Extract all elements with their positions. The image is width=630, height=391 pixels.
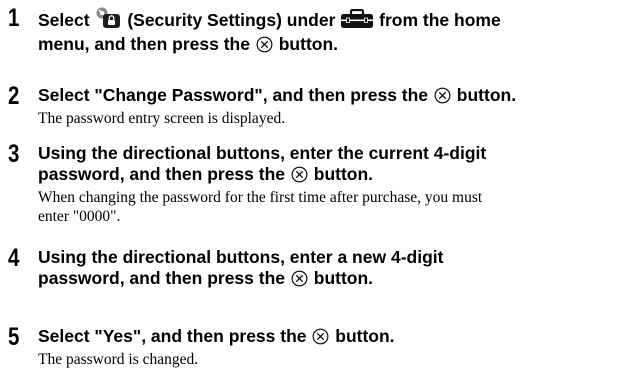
instruction-page: 1 Select (Security Settings) under from … — [0, 0, 630, 391]
body-line: When changing the password for the first… — [38, 189, 483, 206]
heading-text: password, and then press the — [38, 268, 285, 288]
heading-text: button. — [313, 268, 374, 288]
cross-button-icon — [291, 166, 308, 183]
heading-text: (Security Settings) under — [127, 10, 336, 30]
cross-button-icon — [312, 328, 329, 345]
heading-text: menu, and then press the — [38, 34, 250, 54]
heading-text: from the home — [379, 10, 501, 30]
heading-text: Select — [38, 10, 90, 30]
step-heading: Using the directional buttons, enter a n… — [38, 247, 628, 289]
step-number: 2 — [8, 82, 20, 110]
step-body: The password is changed. — [38, 351, 199, 368]
step-number: 4 — [8, 244, 20, 272]
heading-text: Using the directional buttons, enter a n… — [38, 247, 444, 267]
cross-button-icon — [256, 36, 273, 53]
heading-text: Using the directional buttons, enter the… — [38, 143, 487, 163]
heading-text: button. — [313, 164, 374, 184]
heading-text: button. — [456, 85, 517, 105]
heading-text: Select "Change Password", and then press… — [38, 85, 429, 105]
step-heading: Select "Yes", and then press the button. — [38, 326, 628, 347]
step-heading: Select "Change Password", and then press… — [38, 85, 628, 106]
heading-text: Select "Yes", and then press the — [38, 326, 307, 346]
step-body: When changing the password for the first… — [38, 188, 628, 226]
step-number: 5 — [8, 323, 20, 351]
body-line: enter "0000". — [38, 208, 121, 225]
heading-text: button. — [278, 34, 339, 54]
step-heading: Using the directional buttons, enter the… — [38, 143, 628, 185]
step-number: 3 — [8, 140, 20, 168]
toolbox-settings-icon — [340, 8, 374, 34]
cross-button-icon — [291, 270, 308, 287]
step-body: The password entry screen is displayed. — [38, 110, 286, 127]
cross-button-icon — [434, 87, 451, 104]
step-number: 1 — [8, 4, 20, 32]
security-settings-icon — [94, 7, 122, 34]
heading-text: password, and then press the — [38, 164, 285, 184]
step-heading: Select (Security Settings) under from th… — [38, 7, 628, 55]
heading-text: button. — [335, 326, 395, 346]
